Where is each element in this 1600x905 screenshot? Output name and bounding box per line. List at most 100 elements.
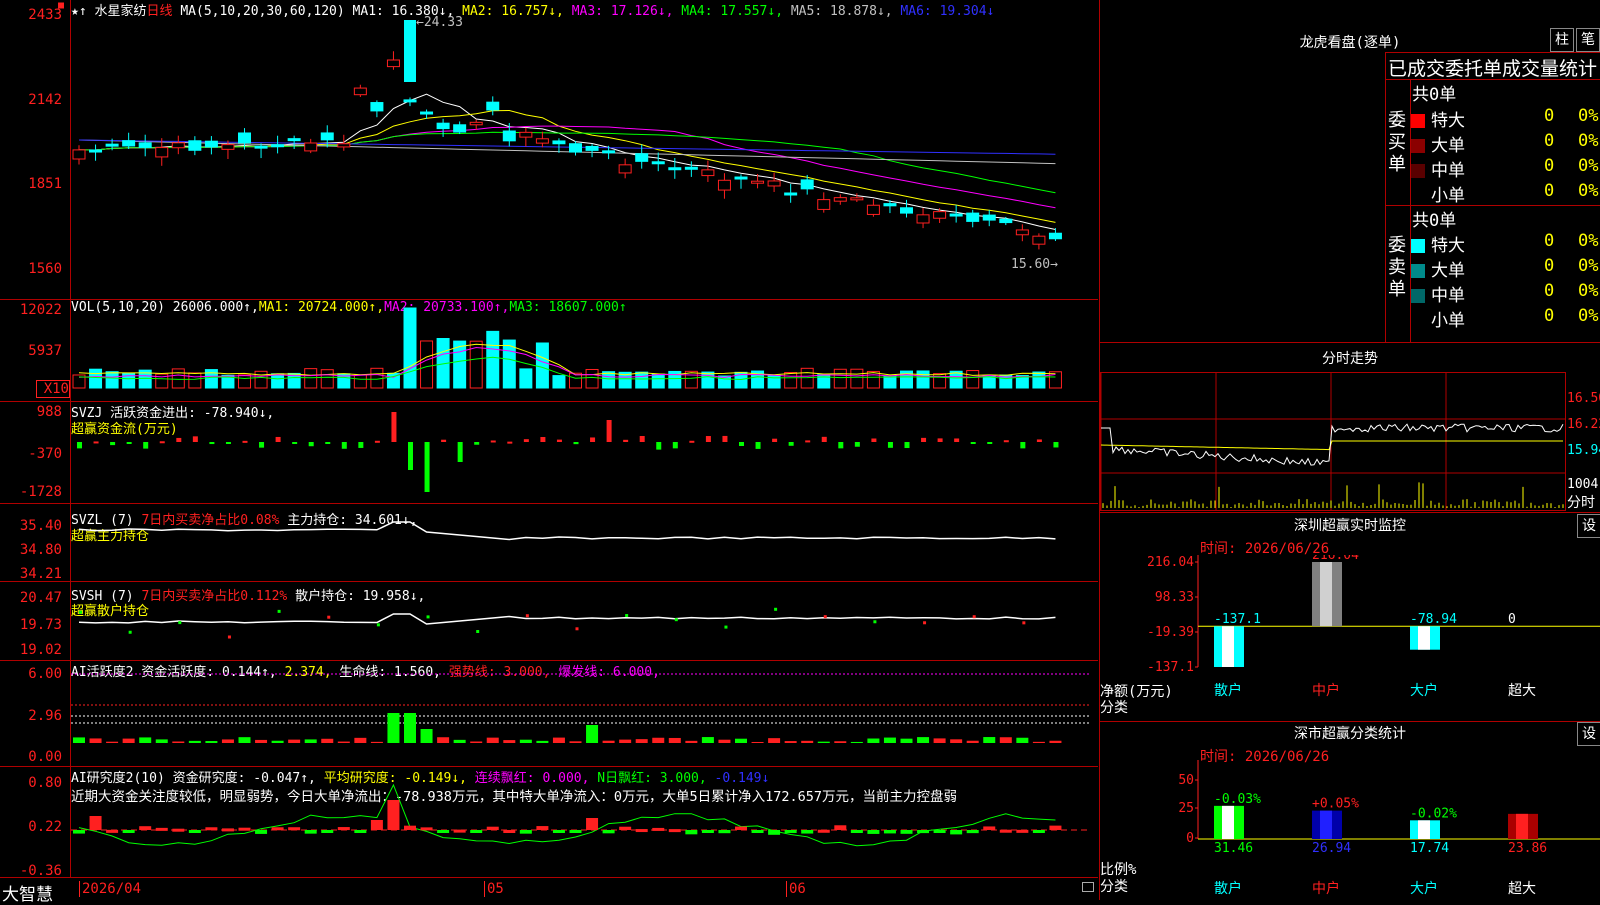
volume-bar <box>883 375 897 389</box>
flow-bar <box>1020 442 1026 449</box>
activity-bar <box>370 741 383 743</box>
right-panel: 龙虎看盘(逐单) 柱 笔 已成交委托单成交量统计 委买单 委卖单 共0单 共0单… <box>1099 0 1600 900</box>
sz-category-stat-chart[interactable]: 755025031.46散户-0.03%26.94中户+0.05%17.74大户… <box>1100 760 1600 900</box>
svzl-chart[interactable] <box>71 504 1098 581</box>
ma-line <box>78 109 1056 223</box>
flow-bar <box>490 440 496 443</box>
activity-bar <box>701 737 714 743</box>
ai-activity-chart[interactable] <box>71 661 1098 766</box>
volume-bar <box>684 370 698 389</box>
research-bar <box>602 830 615 834</box>
svzj-panel[interactable]: 988 -370 -1728 SVZJ 活跃资金进出: -78.940↓, 超赢… <box>0 402 1098 504</box>
candlestick-chart[interactable]: ←24.33 15.60→ <box>71 0 1098 299</box>
flow-bar <box>755 442 761 449</box>
flow-bar <box>358 442 364 448</box>
holding-dot <box>178 621 182 625</box>
flow-bar <box>887 442 893 448</box>
intraday-tick: 16.50 <box>1567 391 1600 406</box>
category-bar-highlight <box>1418 626 1430 650</box>
candle-body <box>486 101 500 111</box>
activity-bar <box>1049 740 1062 743</box>
intraday-chart-frame[interactable] <box>1100 372 1566 511</box>
flow-bar <box>441 439 447 442</box>
activity-bar <box>503 740 516 743</box>
ai-research-chart[interactable] <box>71 767 1098 877</box>
activity-bar <box>569 741 582 743</box>
category-label: 超大 <box>1508 881 1536 897</box>
svzj-tick: 988 <box>36 404 62 420</box>
activity-bar <box>139 737 152 743</box>
order-size-label: 小单 <box>1431 186 1465 206</box>
volume-bar <box>105 371 119 389</box>
order-row: 中单 <box>1411 281 1465 306</box>
flow-bar <box>77 442 82 449</box>
price-panel[interactable]: 2433 2142 1851 1560 ■ ★↑ 水星家纺日线 MA(5,10,… <box>0 0 1098 300</box>
holding-dot <box>1022 621 1026 625</box>
category-label: 超大 <box>1508 683 1536 699</box>
activity-bar <box>883 737 896 743</box>
avg-price-line <box>1100 440 1563 451</box>
intraday-mode-label[interactable]: 分时 <box>1567 492 1595 512</box>
fl-settings-button[interactable]: 设 <box>1577 722 1600 746</box>
intraday-tick: 15.94 <box>1567 443 1600 458</box>
order-count: 0 <box>1544 256 1555 276</box>
research-bar <box>321 830 334 833</box>
ai-tick: 2.96 <box>28 708 62 724</box>
color-swatch-icon <box>1411 139 1425 153</box>
research-bar <box>139 826 152 830</box>
volume-bar <box>635 371 649 389</box>
delta-label: +0.05% <box>1312 797 1359 812</box>
flow-bar <box>821 436 827 442</box>
candle-body <box>651 161 665 165</box>
sz-settings-button[interactable]: 设 <box>1577 514 1600 538</box>
svsh-panel[interactable]: 20.47 19.73 19.02 SVSH (7) 7日内买卖净占比0.112… <box>0 582 1098 661</box>
menu-marker-icon[interactable]: ■ <box>58 0 64 11</box>
flow-bar <box>540 437 546 442</box>
research-bar <box>619 826 632 830</box>
flow-bar <box>126 442 132 444</box>
volume-bar <box>304 368 318 389</box>
candle-body <box>569 143 582 153</box>
research-bar <box>288 827 301 831</box>
color-swatch-icon <box>1411 314 1425 328</box>
intraday-chart[interactable] <box>1100 373 1565 510</box>
svsh-chart[interactable] <box>71 582 1098 660</box>
order-row: 中单 <box>1411 156 1465 181</box>
tick-view-button[interactable]: 笔 <box>1576 28 1600 52</box>
lock-icon[interactable] <box>1082 882 1094 892</box>
ai-research-panel[interactable]: 0.80 0.22 -0.36 AI研究度2(10) 资金研究度: -0.047… <box>0 767 1098 879</box>
research-bar <box>486 826 499 830</box>
research-bar <box>966 830 979 834</box>
volume-bar <box>238 374 251 389</box>
axis-tick: -19.39 <box>1147 625 1194 640</box>
value-label: -137.1 <box>1214 612 1261 627</box>
axis-tick: 216.04 <box>1147 555 1194 570</box>
research-bar <box>569 830 582 833</box>
svzl-panel[interactable]: 35.40 34.80 34.21 SVZL (7) 7日内买卖净占比0.08%… <box>0 504 1098 582</box>
activity-bar <box>900 738 913 743</box>
volume-bar <box>833 368 847 389</box>
holding-dot <box>625 614 629 618</box>
ai-activity-panel[interactable]: 6.00 2.96 0.00 AI活跃度2 资金活跃度: 0.144↑, 2.3… <box>0 661 1098 767</box>
volume-panel[interactable]: 12022 5937 X10 VOL(5,10,20) 26006.000↑,M… <box>0 300 1098 402</box>
research-bar <box>238 827 251 831</box>
volume-chart[interactable] <box>71 300 1098 401</box>
order-count: 0 <box>1544 306 1555 326</box>
sz-monitor-chart[interactable]: 216.04 98.33 -19.39 -137.1 -137.1 散户 216.04 中户 -… <box>1100 555 1600 720</box>
flow-bar <box>374 440 380 443</box>
flow-bar <box>1053 442 1059 448</box>
candle-body <box>1032 235 1046 245</box>
flow-bar <box>159 441 165 444</box>
svzj-chart[interactable] <box>71 402 1098 503</box>
color-swatch-icon <box>1411 239 1425 253</box>
flow-bar <box>954 438 960 442</box>
flow-bar <box>192 436 198 442</box>
order-count: 0 <box>1544 156 1555 176</box>
flow-bar <box>1003 440 1009 443</box>
bar-view-button[interactable]: 柱 <box>1550 28 1574 52</box>
chart-area[interactable]: 2433 2142 1851 1560 ■ ★↑ 水星家纺日线 MA(5,10,… <box>0 0 1098 905</box>
holding-dot <box>227 635 231 639</box>
order-percent: 0% <box>1578 106 1599 126</box>
svsh-tick: 19.73 <box>19 617 62 633</box>
research-bar <box>917 830 930 834</box>
